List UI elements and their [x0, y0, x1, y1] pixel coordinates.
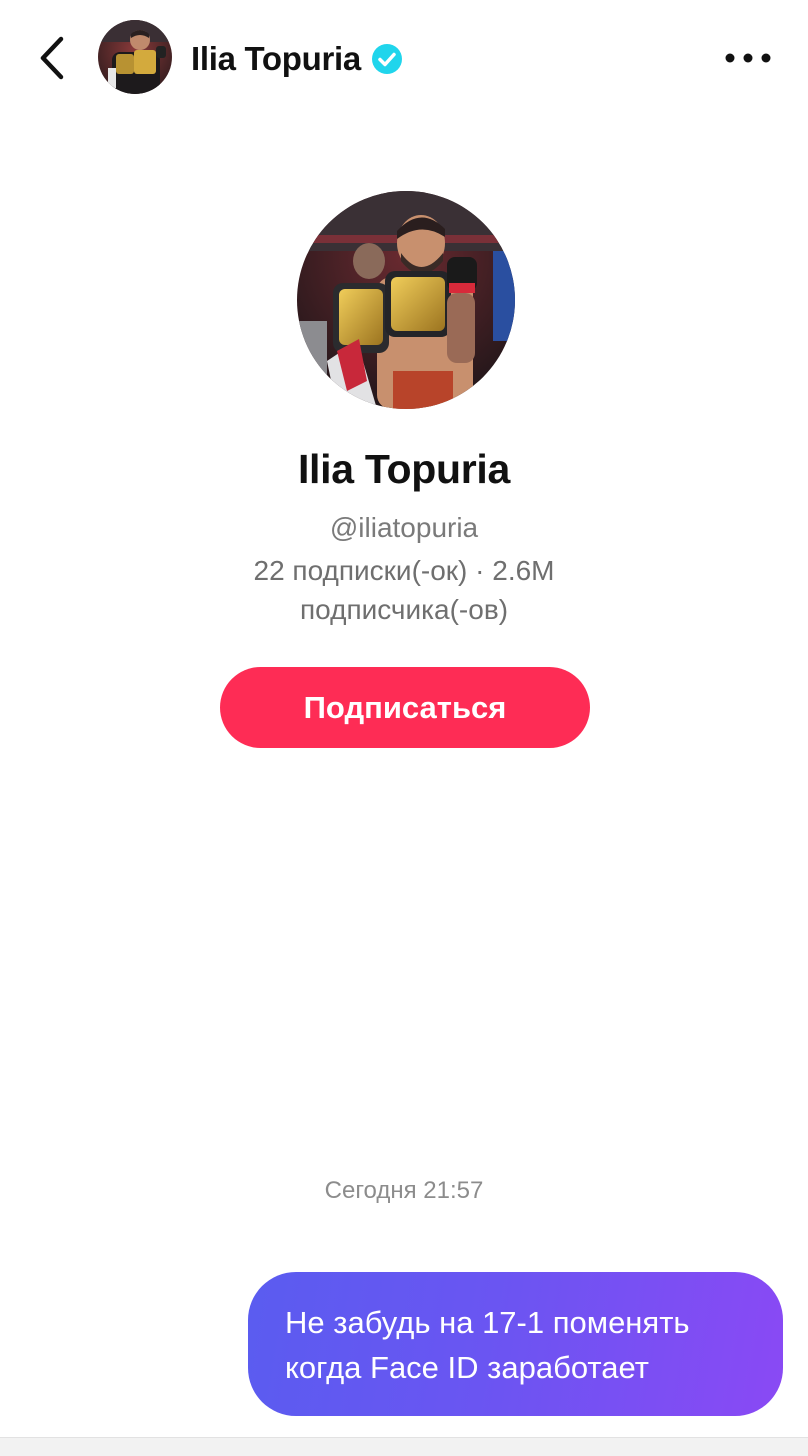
verified-check-icon: [371, 43, 403, 75]
back-button[interactable]: [26, 30, 78, 86]
header-avatar[interactable]: [98, 20, 172, 94]
chat-screen: Ilia Topuria Ilia Topuria @iliatopuria 2…: [0, 0, 808, 1456]
more-options-button[interactable]: [718, 36, 778, 80]
header-title[interactable]: Ilia Topuria: [191, 36, 403, 82]
message-text-line-1: Не забудь на 17-1 поменять: [285, 1305, 690, 1340]
message-timestamp: Сегодня 21:57: [324, 1177, 484, 1204]
sent-message-bubble[interactable]: Не забудь на 17-1 поменять когда Face ID…: [248, 1272, 783, 1416]
follow-button[interactable]: Подписаться: [220, 667, 590, 748]
profile-avatar[interactable]: [297, 191, 515, 409]
more-horizontal-icon: [725, 53, 771, 63]
message-text-line-2: когда Face ID заработает: [285, 1350, 649, 1385]
followers-label: подписчика(-ов): [299, 594, 509, 625]
profile-name: Ilia Topuria: [297, 446, 511, 492]
chevron-left-icon: [40, 36, 64, 80]
following-followers-count: 22 подписки(-ок) · 2.6M: [253, 555, 555, 586]
avatar-photo-large: [297, 191, 515, 409]
profile-handle: @iliatopuria: [329, 512, 479, 543]
header-name: Ilia Topuria: [191, 40, 361, 77]
profile-stats: 22 подписки(-ок) · 2.6M подписчика(-ов): [204, 551, 604, 629]
chat-header: Ilia Topuria: [0, 0, 808, 112]
input-bar-edge: [0, 1437, 808, 1456]
avatar-photo: [98, 20, 172, 94]
